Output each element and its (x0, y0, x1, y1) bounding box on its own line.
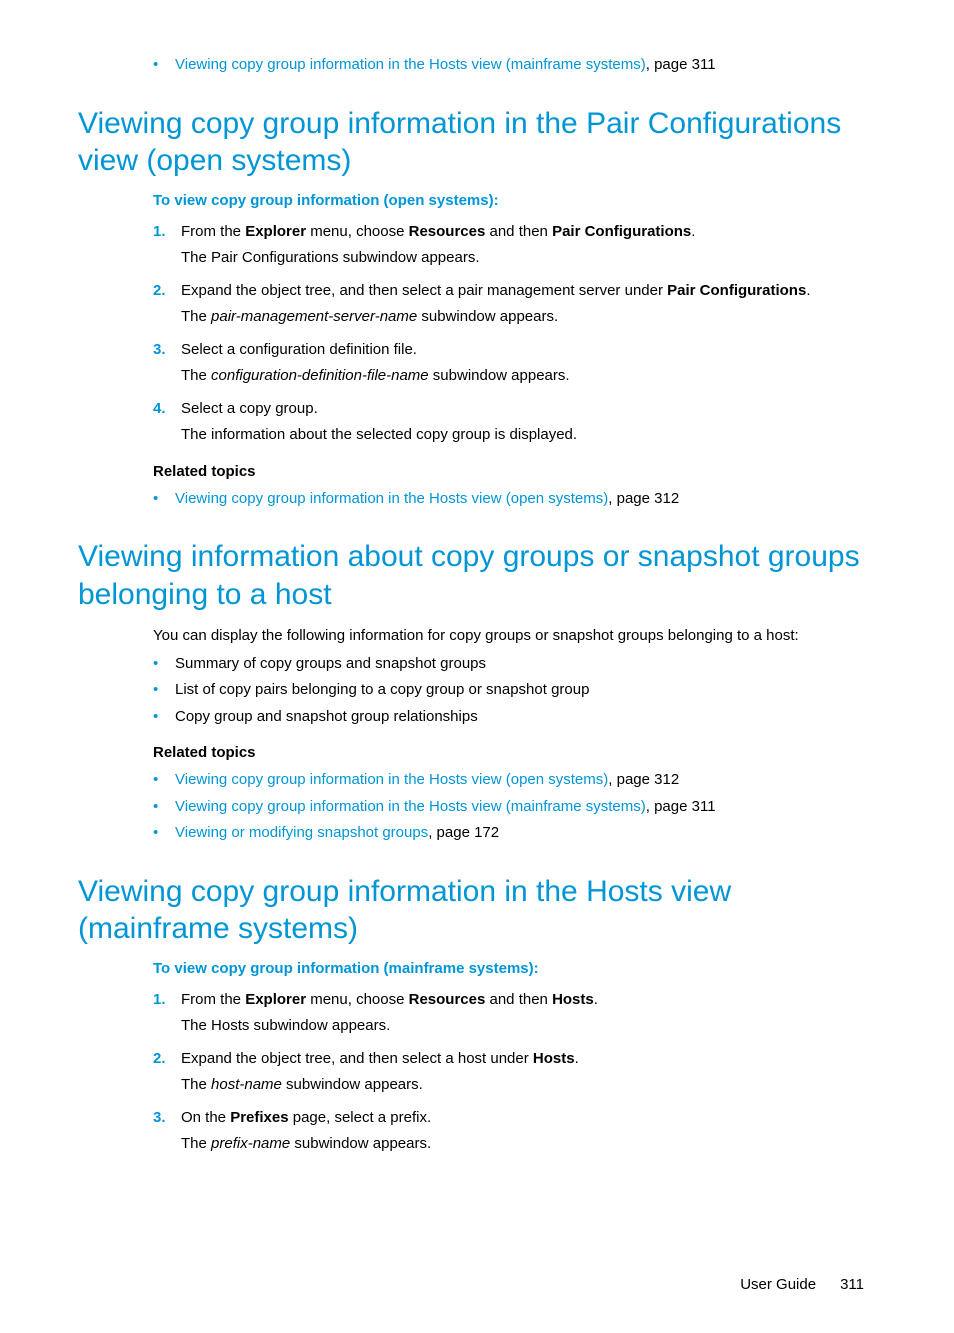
list-item: 1.From the Explorer menu, choose Resourc… (153, 221, 876, 244)
list-item: 3.Select a configuration definition file… (153, 339, 876, 362)
related-topics-heading: Related topics (153, 463, 876, 480)
step-number: 3. (153, 339, 181, 362)
variable-name: host-name (211, 1076, 282, 1093)
bullet-icon: • (153, 706, 175, 729)
list-item: • Viewing copy group information in the … (153, 54, 876, 77)
cross-reference-link[interactable]: Viewing copy group information in the Ho… (175, 490, 608, 507)
cross-reference-link[interactable]: Viewing copy group information in the Ho… (175, 771, 608, 788)
list-item-content: Viewing or modifying snapshot groups, pa… (175, 822, 876, 845)
list-item: •Viewing copy group information in the H… (153, 488, 876, 511)
step-text: From the Explorer menu, choose Resources… (181, 221, 876, 244)
bullet-icon: • (153, 822, 175, 845)
ordered-list: 1.From the Explorer menu, choose Resourc… (153, 221, 876, 447)
top-related-block: • Viewing copy group information in the … (153, 54, 876, 77)
ui-term: Explorer (245, 991, 306, 1008)
cross-reference-link[interactable]: Viewing copy group information in the Ho… (175, 798, 646, 815)
step-result: The pair-management-server-name subwindo… (181, 306, 876, 329)
bullet-icon: • (153, 679, 175, 702)
ui-term: Hosts (552, 991, 594, 1008)
bullet-icon: • (153, 653, 175, 676)
list-item: 3.On the Prefixes page, select a prefix. (153, 1107, 876, 1130)
list-item: 4.Select a copy group. (153, 398, 876, 421)
step-number: 1. (153, 221, 181, 244)
page-ref: , page 311 (646, 56, 716, 73)
ui-term: Explorer (245, 223, 306, 240)
footer-label: User Guide (740, 1276, 816, 1293)
list-item-content: List of copy pairs belonging to a copy g… (175, 679, 876, 702)
page-footer: User Guide 311 (78, 1276, 876, 1293)
step-result: The configuration-definition-file-name s… (181, 365, 876, 388)
list-item-content: Viewing copy group information in the Ho… (175, 54, 876, 77)
step-result: The prefix-name subwindow appears. (181, 1133, 876, 1156)
cross-reference-link[interactable]: Viewing or modifying snapshot groups (175, 824, 428, 841)
ui-term: Pair Configurations (552, 223, 691, 240)
list-item: •Viewing or modifying snapshot groups, p… (153, 822, 876, 845)
section-heading: Viewing copy group information in the Pa… (78, 105, 876, 180)
list-item: •List of copy pairs belonging to a copy … (153, 679, 876, 702)
page-ref: , page 311 (646, 798, 716, 815)
procedure-intro: To view copy group information (open sys… (153, 192, 876, 209)
step-number: 2. (153, 1048, 181, 1071)
bullet-icon: • (153, 54, 175, 77)
section-body: To view copy group information (mainfram… (153, 960, 876, 1156)
step-text: Expand the object tree, and then select … (181, 280, 876, 303)
page-ref: , page 312 (608, 490, 679, 507)
list-item: •Copy group and snapshot group relations… (153, 706, 876, 729)
section-heading: Viewing copy group information in the Ho… (78, 873, 876, 948)
page-ref: , page 172 (428, 824, 499, 841)
step-number: 4. (153, 398, 181, 421)
list-item-content: Viewing copy group information in the Ho… (175, 796, 876, 819)
related-topics-list: •Viewing copy group information in the H… (153, 488, 876, 511)
section-heading: Viewing information about copy groups or… (78, 538, 876, 613)
related-topics-heading: Related topics (153, 744, 876, 761)
bullet-icon: • (153, 796, 175, 819)
list-item-content: Viewing copy group information in the Ho… (175, 488, 876, 511)
step-number: 1. (153, 989, 181, 1012)
ui-term: Hosts (533, 1050, 575, 1067)
list-item: •Viewing copy group information in the H… (153, 796, 876, 819)
list-item: 2.Expand the object tree, and then selec… (153, 1048, 876, 1071)
step-result: The Pair Configurations subwindow appear… (181, 247, 876, 270)
step-text: Select a copy group. (181, 398, 876, 421)
document-page: • Viewing copy group information in the … (0, 0, 954, 1333)
page-ref: , page 312 (608, 771, 679, 788)
list-item: 1.From the Explorer menu, choose Resourc… (153, 989, 876, 1012)
ui-term: Prefixes (230, 1109, 288, 1126)
list-item: 2.Expand the object tree, and then selec… (153, 280, 876, 303)
footer-page-number: 311 (840, 1276, 864, 1293)
step-result: The information about the selected copy … (181, 424, 876, 447)
ui-term: Resources (409, 223, 486, 240)
ui-term: Resources (409, 991, 486, 1008)
section-body: You can display the following informatio… (153, 625, 876, 845)
bullet-icon: • (153, 769, 175, 792)
variable-name: pair-management-server-name (211, 308, 417, 325)
step-result: The host-name subwindow appears. (181, 1074, 876, 1097)
step-text: Select a configuration definition file. (181, 339, 876, 362)
step-text: From the Explorer menu, choose Resources… (181, 989, 876, 1012)
step-number: 3. (153, 1107, 181, 1130)
step-result: The Hosts subwindow appears. (181, 1015, 876, 1038)
bullet-icon: • (153, 488, 175, 511)
body-paragraph: You can display the following informatio… (153, 625, 876, 647)
variable-name: configuration-definition-file-name (211, 367, 429, 384)
unordered-list: •Summary of copy groups and snapshot gro… (153, 653, 876, 729)
ui-term: Pair Configurations (667, 282, 806, 299)
list-item: •Viewing copy group information in the H… (153, 769, 876, 792)
step-number: 2. (153, 280, 181, 303)
list-item: •Summary of copy groups and snapshot gro… (153, 653, 876, 676)
ordered-list: 1.From the Explorer menu, choose Resourc… (153, 989, 876, 1156)
section-body: To view copy group information (open sys… (153, 192, 876, 511)
cross-reference-link[interactable]: Viewing copy group information in the Ho… (175, 56, 646, 73)
procedure-intro: To view copy group information (mainfram… (153, 960, 876, 977)
list-item-content: Summary of copy groups and snapshot grou… (175, 653, 876, 676)
step-text: Expand the object tree, and then select … (181, 1048, 876, 1071)
step-text: On the Prefixes page, select a prefix. (181, 1107, 876, 1130)
list-item-content: Viewing copy group information in the Ho… (175, 769, 876, 792)
related-topics-list: •Viewing copy group information in the H… (153, 769, 876, 845)
variable-name: prefix-name (211, 1135, 290, 1152)
list-item-content: Copy group and snapshot group relationsh… (175, 706, 876, 729)
